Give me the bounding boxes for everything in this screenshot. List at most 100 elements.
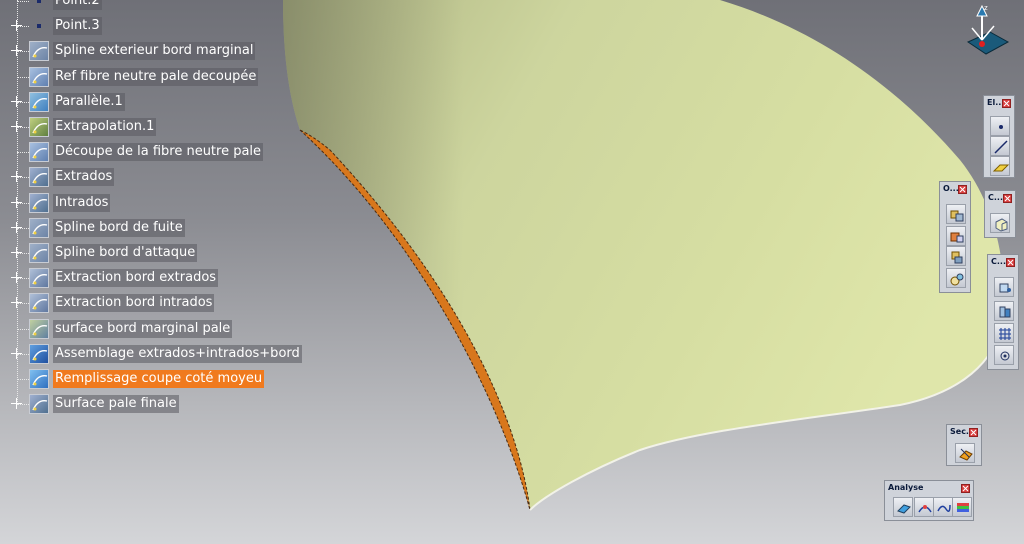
fill-icon[interactable] (29, 369, 49, 389)
tree-item-label: Extrapolation.1 (53, 118, 157, 136)
surface-analysis-icon[interactable] (952, 497, 972, 517)
tree-connector-line (17, 228, 29, 229)
toolbar-analyse: Analyse (884, 480, 974, 521)
plane-icon[interactable] (990, 156, 1010, 176)
snap-icon[interactable] (994, 345, 1014, 365)
section-icon[interactable] (955, 443, 975, 463)
tree-item-label: Ref fibre neutre pale decoupée (53, 68, 259, 86)
curve-analysis-icon[interactable] (933, 497, 953, 517)
tree-item[interactable]: Spline bord d'attaque (0, 242, 290, 264)
tree-item[interactable]: Extrapolation.1 (0, 116, 290, 138)
extract-icon[interactable] (29, 268, 49, 288)
tree-item[interactable]: surface bord marginal pale (0, 318, 290, 340)
toolbar-elements: El... (983, 95, 1015, 178)
tree-connector-line (17, 404, 29, 405)
toolbar-constraints: C... (987, 254, 1019, 370)
toolbar-section: Sec... (946, 424, 982, 466)
tree-item[interactable]: Ref fibre neutre pale decoupée (0, 66, 290, 88)
spline-icon[interactable] (29, 218, 49, 238)
toolbar-section-close-icon[interactable] (969, 428, 978, 437)
grid-icon[interactable] (994, 323, 1014, 343)
toolbar-constraints-small: C... (984, 190, 1016, 238)
extrapolate-icon[interactable] (29, 117, 49, 137)
tree-item-label-selected: Remplissage coupe coté moyeu (53, 370, 265, 388)
split-icon[interactable] (946, 226, 966, 246)
tree-item-label: surface bord marginal pale (53, 320, 233, 338)
fill-surface-icon[interactable] (29, 319, 49, 339)
surface-icon[interactable] (29, 167, 49, 187)
draft-analysis-icon[interactable] (893, 497, 913, 517)
tree-item-label: Surface pale finale (53, 395, 179, 413)
tree-item[interactable]: Intrados (0, 192, 290, 214)
toolbar-constraints-small-close-icon[interactable] (1003, 194, 1012, 203)
toolbar-analyse-title: Analyse (888, 483, 924, 492)
tree-connector-line (17, 152, 29, 153)
trim-icon[interactable] (946, 246, 966, 266)
tree-connector-line (17, 77, 29, 78)
tree-item[interactable]: Point.2 (0, 0, 290, 12)
spline-icon[interactable] (29, 41, 49, 61)
tree-connector-line (17, 379, 29, 380)
tree-connector-line (17, 177, 29, 178)
split-icon[interactable] (29, 142, 49, 162)
curve-icon[interactable] (29, 67, 49, 87)
tree-item[interactable]: Découpe de la fibre neutre pale (0, 141, 290, 163)
spline-icon[interactable] (29, 243, 49, 263)
constraint-icon[interactable] (994, 277, 1014, 297)
tree-item-label: Découpe de la fibre neutre pale (53, 143, 264, 161)
tree-item-label: Point.2 (53, 0, 102, 10)
tree-item[interactable]: Extraction bord extrados (0, 267, 290, 289)
point-icon[interactable] (29, 16, 49, 36)
tree-connector-line (17, 127, 29, 128)
tree-connector-line (17, 278, 29, 279)
tree-item[interactable]: Assemblage extrados+intrados+bord (0, 343, 302, 365)
tree-connector-line (17, 102, 29, 103)
surface-icon[interactable] (29, 193, 49, 213)
toolbar-analyse-close-icon[interactable] (961, 484, 970, 493)
join-icon[interactable] (29, 344, 49, 364)
tree-item[interactable]: Spline bord de fuite (0, 217, 290, 239)
tree-item[interactable]: Parallèle.1 (0, 91, 290, 113)
tree-item-label: Spline exterieur bord marginal (53, 42, 256, 60)
tree-item[interactable]: Point.3 (0, 15, 290, 37)
parallel-curve-icon[interactable] (29, 92, 49, 112)
cube-icon[interactable] (990, 213, 1010, 233)
tree-connector-line (17, 203, 29, 204)
toolbar-constraints-small-title: C... (988, 193, 1003, 202)
tree-item[interactable]: Remplissage coupe coté moyeu (0, 368, 290, 390)
tree-item[interactable]: Extraction bord intrados (0, 292, 290, 314)
tree-connector-line (17, 329, 29, 330)
tree-connector-line (17, 253, 29, 254)
toolbar-operations-title: O... (943, 184, 959, 193)
toolbar-operations-close-icon[interactable] (958, 185, 967, 194)
tree-item-label: Extrados (53, 168, 115, 186)
tree-item[interactable]: Extrados (0, 166, 290, 188)
tree-item-label: Extraction bord intrados (53, 294, 215, 312)
surface-icon[interactable] (29, 394, 49, 414)
transform-icon[interactable] (946, 268, 966, 288)
tree-connector-line (17, 303, 29, 304)
tree-item-label: Assemblage extrados+intrados+bord (53, 345, 302, 363)
extract-icon[interactable] (29, 293, 49, 313)
point-icon[interactable] (29, 0, 49, 11)
tree-item-label: Spline bord d'attaque (53, 244, 198, 262)
toolbar-constraints-close-icon[interactable] (1006, 258, 1015, 267)
join-icon[interactable] (946, 204, 966, 224)
curvature-icon[interactable] (914, 497, 934, 517)
analysis-icon[interactable] (994, 301, 1014, 321)
tree-item[interactable]: Spline exterieur bord marginal (0, 40, 290, 62)
tree-item-label: Spline bord de fuite (53, 219, 185, 237)
toolbar-constraints-title: C... (991, 257, 1006, 266)
tree-item-label: Parallèle.1 (53, 93, 125, 111)
point-icon[interactable] (990, 116, 1010, 136)
tree-connector-line (17, 354, 29, 355)
toolbar-operations: O... (939, 181, 971, 293)
tree-item-label: Extraction bord extrados (53, 269, 219, 287)
line-icon[interactable] (990, 136, 1010, 156)
toolbar-elements-close-icon[interactable] (1002, 99, 1011, 108)
tree-connector-line (17, 26, 29, 27)
tree-connector-line (17, 1, 29, 2)
3d-viewport[interactable]: Point.2 Point.3 Spline exterieur bord marg… (0, 0, 1024, 544)
tree-item[interactable]: Surface pale finale (0, 393, 290, 415)
compass-icon[interactable]: z (960, 2, 1010, 60)
